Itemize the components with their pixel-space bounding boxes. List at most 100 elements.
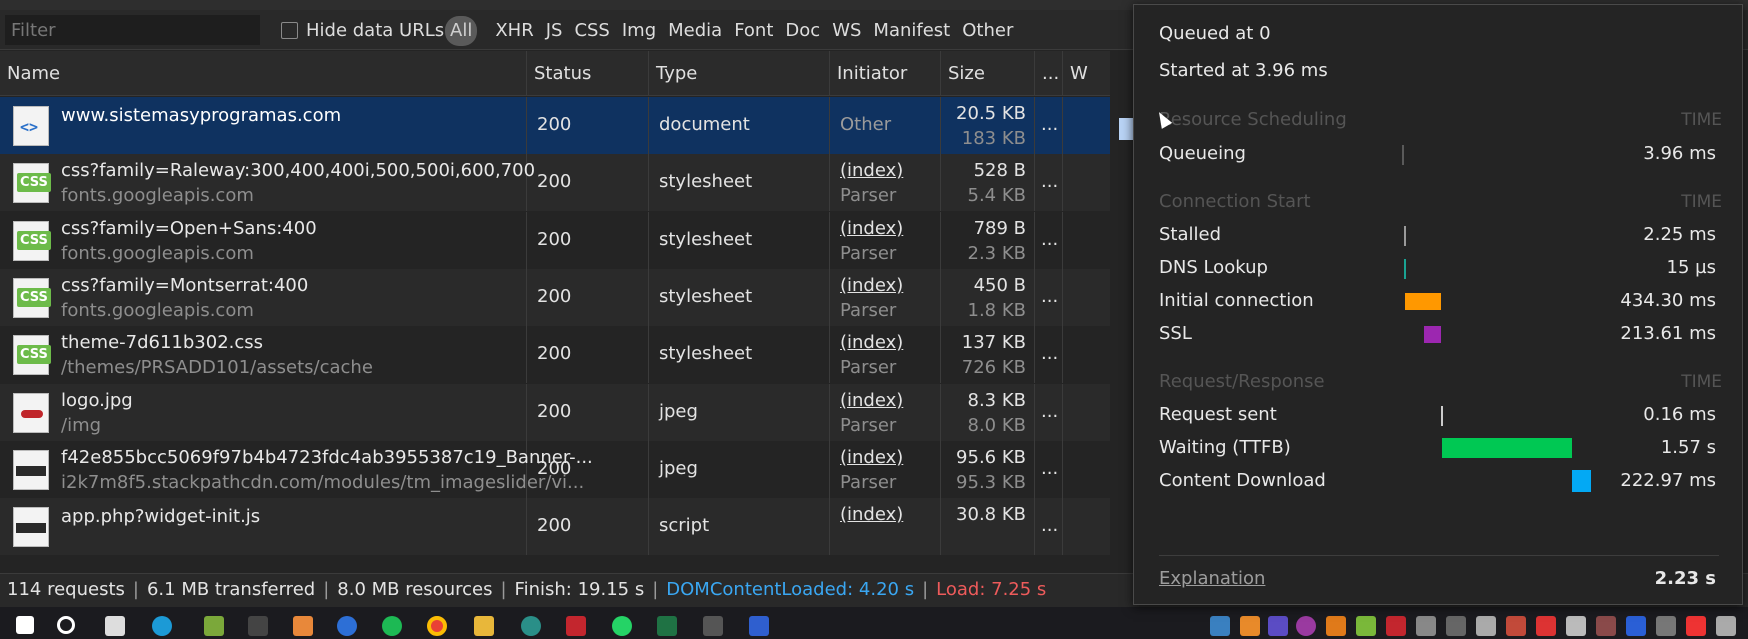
filter-type-media[interactable]: Media (662, 16, 728, 46)
table-row[interactable]: CSS css?family=Montserrat:400 fonts.google… (0, 268, 1110, 326)
tray-icon[interactable] (1356, 616, 1376, 636)
filter-type-other[interactable]: Other (956, 16, 1019, 46)
tray-icon[interactable] (1506, 616, 1526, 636)
more-value: ... (1041, 228, 1059, 250)
initiator-link[interactable]: (index) (840, 332, 903, 353)
initiator-link[interactable]: (index) (840, 275, 903, 296)
search-icon[interactable] (57, 616, 75, 634)
filter-type-font[interactable]: Font (728, 16, 779, 46)
filter-type-ws[interactable]: WS (826, 16, 867, 46)
tray-icon[interactable] (1476, 616, 1496, 636)
tray-icon[interactable] (1566, 616, 1586, 636)
filter-type-img[interactable]: Img (616, 16, 662, 46)
app-icon[interactable] (293, 616, 313, 636)
column-name[interactable]: Name (0, 51, 527, 96)
cell-name[interactable]: CSS theme-7d611b302.css/themes/PRSADD101/… (0, 326, 527, 384)
status-separator: | (323, 579, 330, 600)
initiator-link[interactable]: (index) (840, 218, 903, 239)
table-row[interactable]: <> www.sistemasyprogramas.com 200 document O… (0, 97, 1110, 154)
tray-icon[interactable] (1240, 616, 1260, 636)
filter-type-all[interactable]: All (445, 16, 478, 46)
tray-icon[interactable] (1296, 616, 1316, 636)
column-waterfall[interactable]: W (1063, 51, 1110, 96)
css-icon: CSS (13, 220, 51, 261)
initiator-link[interactable]: (index) (840, 447, 903, 468)
cell-name[interactable]: app.php?widget-init.js (0, 498, 527, 556)
hide-data-urls-checkbox[interactable] (281, 22, 298, 39)
filter-type-manifest[interactable]: Manifest (867, 16, 956, 46)
explanation-link[interactable]: Explanation (1159, 568, 1265, 589)
spotify-icon[interactable] (382, 616, 402, 636)
cell-name[interactable]: f42e855bcc5069f97b4b4723fdc4ab3955387c19… (0, 440, 593, 498)
filter-type-js[interactable]: JS (540, 16, 569, 46)
app-icon[interactable] (749, 616, 769, 636)
column-status[interactable]: Status (527, 51, 649, 96)
tray-icon[interactable] (1386, 616, 1406, 636)
tray-icon[interactable] (1210, 616, 1230, 636)
table-row[interactable]: CSS css?family=Raleway:300,400,400i,500,5… (0, 154, 1110, 212)
cell-name[interactable]: <> www.sistemasyprogramas.com (0, 97, 527, 154)
chrome-icon[interactable] (427, 616, 447, 636)
windows-start-icon[interactable] (16, 616, 34, 634)
table-row[interactable]: f42e855bcc5069f97b4b4723fdc4ab3955387c19… (0, 440, 1110, 498)
column-size[interactable]: Size (941, 51, 1035, 96)
filter-type-css[interactable]: CSS (568, 16, 615, 46)
cell-status: 200 (527, 383, 649, 441)
mail-icon[interactable] (105, 616, 125, 636)
tray-icon[interactable] (1716, 616, 1736, 636)
initiator-link[interactable]: (index) (840, 504, 903, 525)
calculator-icon[interactable] (703, 616, 723, 636)
table-row[interactable]: app.php?widget-init.js 200 script (index) 30… (0, 498, 1110, 556)
column-more[interactable]: ... (1035, 51, 1063, 96)
cell-more: ... (1035, 440, 1063, 498)
initiator-sub: Parser (840, 357, 897, 379)
folder-icon[interactable] (474, 616, 494, 636)
request-path: /img (61, 414, 102, 436)
resource-size: 2.3 KB (967, 242, 1027, 264)
table-row[interactable]: logo.jpg/img 200 jpeg (index) Parser 8.3 KB 8.… (0, 383, 1110, 441)
cell-name[interactable]: CSS css?family=Open+Sans:400 fonts.googlea… (0, 211, 527, 269)
cell-status: 200 (527, 97, 649, 154)
filter-type-xhr[interactable]: XHR (489, 16, 539, 46)
table-row[interactable]: CSS css?family=Open+Sans:400 fonts.googlea… (0, 211, 1110, 269)
tray-icon[interactable] (1686, 616, 1706, 636)
status-value: 200 (537, 285, 572, 307)
app-icon[interactable] (337, 616, 357, 636)
cell-name[interactable]: logo.jpg/img (0, 383, 527, 441)
initiator-link[interactable]: (index) (840, 390, 903, 411)
excel-icon[interactable] (657, 616, 677, 636)
timing-section-title: Connection Start (1159, 191, 1311, 212)
hide-data-urls-toggle[interactable]: Hide data URLs (281, 20, 444, 41)
tray-icon[interactable] (1326, 616, 1346, 636)
tray-icon[interactable] (1536, 616, 1556, 636)
cell-waterfall (1063, 154, 1110, 211)
cell-name[interactable]: CSS css?family=Raleway:300,400,400i,500,5… (0, 154, 535, 212)
filter-input[interactable] (5, 15, 260, 45)
whatsapp-icon[interactable] (612, 616, 632, 636)
type-value: document (659, 114, 750, 135)
tray-icon[interactable] (1596, 616, 1616, 636)
cell-size: 95.6 KB 95.3 KB (941, 440, 1035, 498)
waterfall-bar-selected[interactable] (1119, 118, 1133, 140)
image-icon (13, 449, 49, 490)
filezilla-icon[interactable] (566, 616, 586, 636)
app-icon[interactable] (521, 616, 541, 636)
app-icon[interactable] (204, 616, 224, 636)
cell-initiator: (index) Parser (830, 326, 941, 384)
app-icon[interactable] (248, 616, 268, 636)
tray-icon[interactable] (1656, 616, 1676, 636)
initiator-link[interactable]: (index) (840, 160, 903, 181)
cell-more: ... (1035, 383, 1063, 441)
filter-type-doc[interactable]: Doc (779, 16, 826, 46)
timing-phase-value: 15 µs (1666, 257, 1716, 278)
table-row[interactable]: CSS theme-7d611b302.css/themes/PRSADD101/… (0, 326, 1110, 384)
cell-name[interactable]: CSS css?family=Montserrat:400 fonts.google… (0, 268, 527, 326)
doc-icon: <> (13, 106, 49, 146)
skype-icon[interactable] (152, 616, 172, 636)
tray-icon[interactable] (1446, 616, 1466, 636)
column-type[interactable]: Type (649, 51, 830, 96)
tray-icon[interactable] (1416, 616, 1436, 636)
tray-icon[interactable] (1268, 616, 1288, 636)
tray-icon[interactable] (1626, 616, 1646, 636)
column-initiator[interactable]: Initiator (830, 51, 941, 96)
